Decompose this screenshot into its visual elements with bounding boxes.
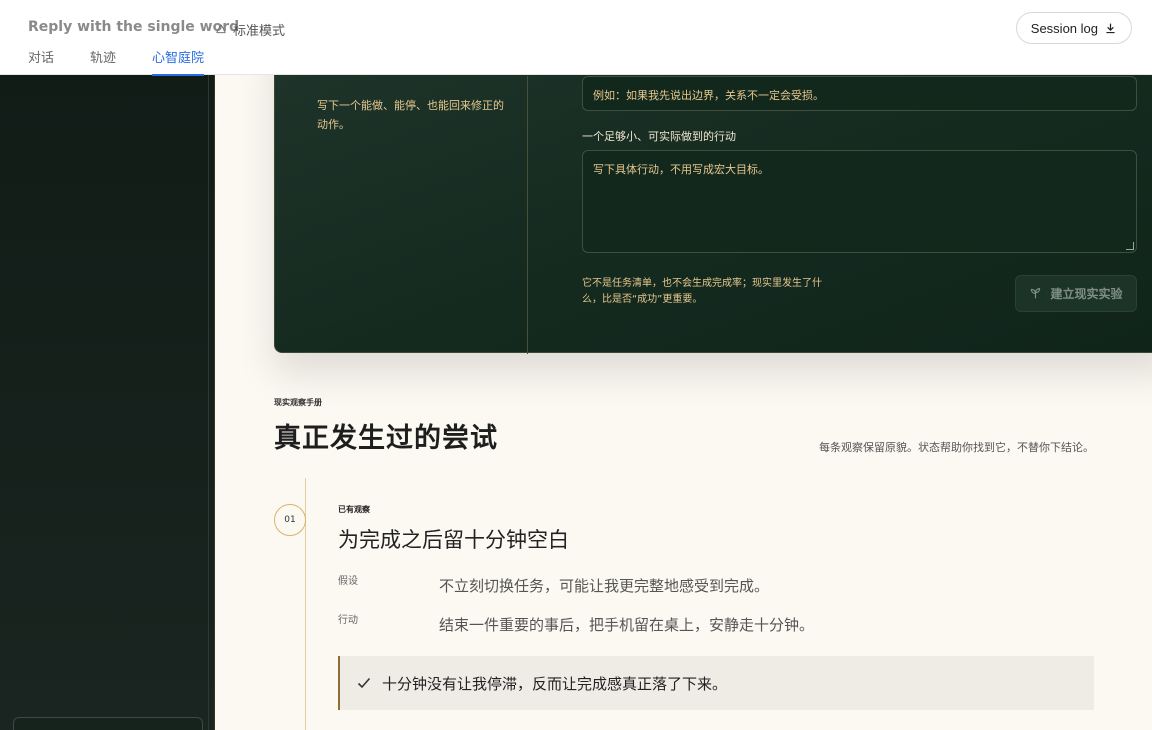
observation-result: 十分钟没有让我停滞，反而让完成感真正落了下来。 <box>338 656 1094 710</box>
section-eyebrow: 现实观察手册 <box>274 398 322 407</box>
top-bar: Reply with the single word 标准模式 对话 轨迹 心智… <box>0 0 1152 76</box>
mode-indicator[interactable]: 标准模式 <box>214 20 285 39</box>
app-title: Reply with the single word <box>28 19 240 35</box>
tab-mind-garden[interactable]: 心智庭院 <box>152 47 205 76</box>
action-field-label: 一个足够小、可实际做到的行动 <box>582 130 736 143</box>
action-textarea[interactable]: 写下具体行动，不用写成宏大目标。 <box>582 150 1137 253</box>
result-text: 十分钟没有让我停滞，反而让完成感真正落了下来。 <box>382 674 728 693</box>
observation-number: 01 <box>274 504 306 536</box>
create-experiment-button[interactable]: 建立现实实验 <box>1015 275 1137 312</box>
observation-title: 为完成之后留十分钟空白 <box>338 528 569 552</box>
check-icon <box>357 677 371 689</box>
left-panel <box>0 75 215 730</box>
form-hint: 它不是任务清单，也不会生成完成率；现实里发生了什么，比是否“成功”更重要。 <box>582 278 822 305</box>
recycle-icon <box>216 23 226 33</box>
belief-field[interactable]: 例如：如果我先说出边界，关系不一定会受损。 <box>582 76 1137 111</box>
section-subtitle: 每条观察保留原貌。状态帮助你找到它，不替你下结论。 <box>819 441 1094 454</box>
observation-status: 已有观察 <box>338 505 370 514</box>
resize-handle[interactable] <box>1126 242 1134 250</box>
hypothesis-value: 不立刻切换任务，可能让我更完整地感受到完成。 <box>439 577 770 595</box>
tab-trajectory[interactable]: 轨迹 <box>90 47 116 76</box>
download-icon <box>1106 23 1115 33</box>
session-log-label: Session log <box>1030 20 1098 36</box>
tab-chat[interactable]: 对话 <box>28 47 54 76</box>
main-content: 写下一个能做、能停、也能回来修正的动作。 例如：如果我先说出边界，关系不一定会受… <box>216 75 1152 730</box>
experiment-form-card: 写下一个能做、能停、也能回来修正的动作。 例如：如果我先说出边界，关系不一定会受… <box>274 75 1152 354</box>
action-label: 行动 <box>338 615 358 626</box>
action-value: 结束一件重要的事后，把手机留在桌上，安静走十分钟。 <box>439 616 815 634</box>
form-divider <box>527 76 528 354</box>
form-note: 写下一个能做、能停、也能回来修正的动作。 <box>317 99 504 131</box>
action-placeholder: 写下具体行动，不用写成宏大目标。 <box>593 163 769 176</box>
hypothesis-label: 假设 <box>338 576 358 587</box>
session-log-button[interactable]: Session log <box>1015 12 1132 44</box>
left-panel-card[interactable] <box>13 717 203 730</box>
panel-divider <box>208 75 209 730</box>
section-title: 真正发生过的尝试 <box>274 423 498 454</box>
create-experiment-label: 建立现实实验 <box>1050 287 1123 301</box>
mode-label: 标准模式 <box>233 24 286 39</box>
tab-bar: 对话 轨迹 心智庭院 <box>28 47 205 76</box>
sprout-icon <box>1031 288 1041 299</box>
